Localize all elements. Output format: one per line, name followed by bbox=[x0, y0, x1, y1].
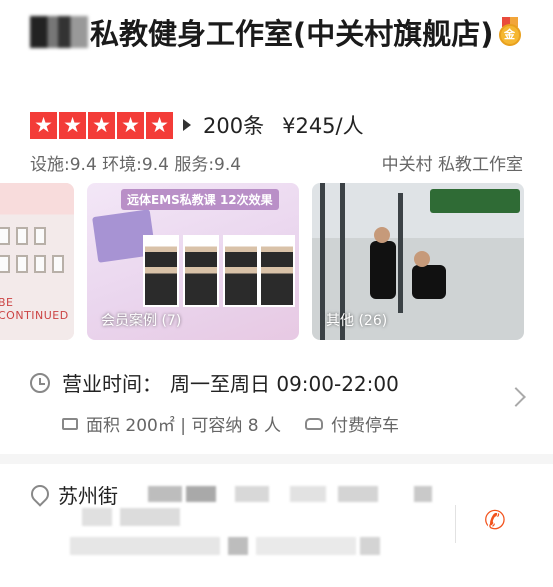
price-per-person: ¥245/人 bbox=[282, 114, 364, 138]
score-breakdown: 设施:9.4 环境:9.4 服务:9.4 bbox=[30, 155, 242, 175]
star-icon: ★ bbox=[88, 111, 115, 139]
gold-medal-icon: 金 bbox=[498, 17, 522, 47]
star-icon: ★ bbox=[146, 111, 173, 139]
after-figure bbox=[183, 235, 219, 307]
photo-banner: 远体EMS私教课 12次效果 bbox=[121, 189, 279, 210]
phone-icon[interactable]: ✆ bbox=[484, 508, 506, 534]
area-icon bbox=[62, 417, 78, 430]
area-category-tag[interactable]: 中关村 私教工作室 bbox=[382, 150, 523, 175]
vertical-separator bbox=[455, 505, 456, 543]
car-icon bbox=[305, 417, 324, 430]
wall-motto: BE CONTINUED bbox=[0, 296, 69, 322]
location-pin-icon bbox=[30, 485, 46, 505]
photo-caption: 其他 (26) bbox=[326, 313, 388, 329]
shop-name: 私教健身工作室(中关村旗舰店) bbox=[90, 17, 494, 51]
star-icon: ★ bbox=[117, 111, 144, 139]
rating-row[interactable]: ★ ★ ★ ★ ★ 200条 ¥245/人 bbox=[30, 110, 364, 140]
address-street: 苏州街 bbox=[58, 484, 118, 508]
gallery-photo-others[interactable]: 其他 (26) bbox=[312, 183, 524, 340]
gallery-photo-award-wall[interactable]: BE CONTINUED bbox=[0, 183, 74, 340]
gallery-photo-member-cases[interactable]: 远体EMS私教课 12次效果 会员案例 (7) bbox=[87, 183, 299, 340]
photo-caption: 会员案例 (7) bbox=[101, 313, 182, 329]
redacted-prefix bbox=[30, 16, 88, 48]
after-figure bbox=[259, 235, 295, 307]
section-divider bbox=[0, 454, 553, 464]
parking-text: 付费停车 bbox=[331, 416, 400, 436]
plant-shelf bbox=[430, 189, 520, 213]
chevron-right-icon[interactable] bbox=[506, 387, 526, 407]
before-figure bbox=[143, 235, 179, 307]
business-hours[interactable]: 营业时间： 周一至周日 09:00-22:00 bbox=[30, 368, 399, 397]
hours-value: 周一至周日 09:00-22:00 bbox=[170, 372, 399, 396]
address-row[interactable]: 苏州街 bbox=[30, 480, 118, 509]
shop-title: 私教健身工作室(中关村旗舰店) 金 bbox=[30, 12, 530, 56]
hours-label: 营业时间： bbox=[62, 372, 162, 396]
trainer-figure bbox=[370, 241, 396, 299]
star-icon: ★ bbox=[59, 111, 86, 139]
star-rating: ★ ★ ★ ★ ★ bbox=[30, 111, 173, 139]
star-icon: ★ bbox=[30, 111, 57, 139]
photo-gallery[interactable]: BE CONTINUED 远体EMS私教课 12次效果 会员案例 (7) 其他 … bbox=[0, 183, 553, 343]
review-count[interactable]: 200条 bbox=[203, 110, 264, 140]
area-capacity-text: 面积 200㎡ | 可容纳 8 人 bbox=[86, 416, 282, 436]
facility-info: 面积 200㎡ | 可容纳 8 人 付费停车 bbox=[62, 411, 399, 436]
play-arrow-icon bbox=[183, 119, 191, 131]
before-figure bbox=[223, 235, 259, 307]
clock-icon bbox=[30, 372, 50, 393]
